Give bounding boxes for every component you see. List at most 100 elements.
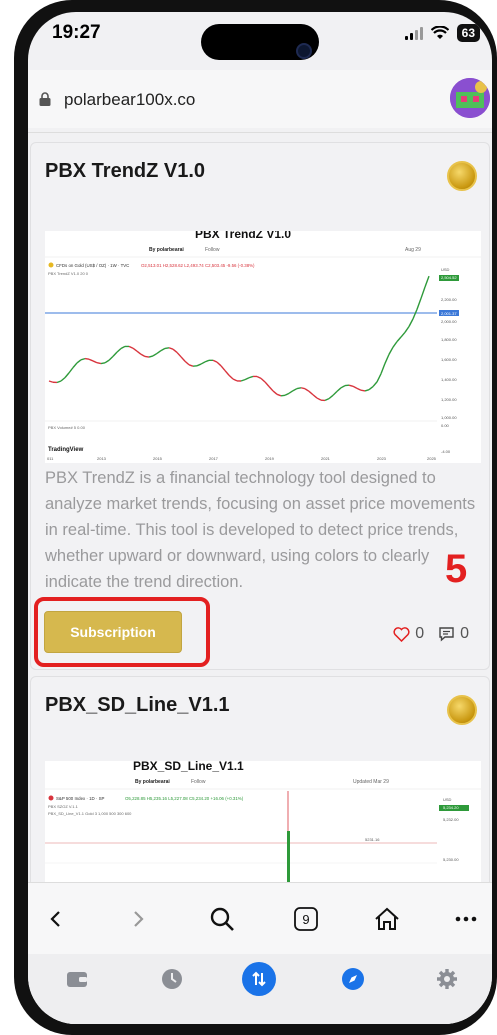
price-segment (216, 361, 222, 367)
price-segment (88, 358, 94, 362)
price-segment (116, 347, 122, 353)
price-segment (368, 386, 374, 391)
tab-swap[interactable] (242, 962, 276, 996)
year-tick-label: 2025 (427, 456, 437, 461)
price-segment (92, 360, 98, 364)
price-segment (164, 347, 170, 350)
price-segment (292, 387, 298, 392)
price-segment (76, 359, 82, 364)
address-bar[interactable]: polarbear100x.co (28, 70, 492, 128)
chart-symbol: CFDs on Gold (US$ / OZ) · 1W · TVC (56, 263, 129, 268)
price-segment (408, 318, 414, 327)
tabs-button[interactable]: 9 (290, 903, 322, 935)
year-axis: 011 2013 2015 2017 2019 2021 2023 2025 (47, 456, 437, 461)
year-tick-label: 2017 (209, 456, 219, 461)
price-segment (384, 354, 390, 364)
price-segment (364, 389, 370, 392)
price-segment (204, 359, 210, 363)
tab-settings[interactable] (432, 964, 462, 994)
divider (28, 132, 492, 133)
chart-image-trendz[interactable]: PBX TrendZ V1.0 By polarbearai Follow Au… (45, 227, 481, 463)
price-segment (172, 348, 178, 353)
url-text[interactable]: polarbear100x.co (64, 90, 195, 110)
price-segment (424, 275, 430, 288)
price-axis: USD 2,504.52 2,200.00 2,001.37 2,000.00 1,800… (441, 267, 457, 454)
price-tick-label: 5,232.00 (443, 817, 459, 822)
gear-icon (437, 969, 457, 989)
wifi-icon (430, 26, 449, 39)
price-tick-label: 0.00 (441, 423, 450, 428)
price-segment (304, 388, 310, 392)
price-segment (316, 397, 322, 401)
price-tick-label: 1,400.00 (441, 377, 457, 382)
home-icon (375, 907, 399, 930)
heart-icon (393, 626, 410, 642)
year-tick-label: 011 (47, 456, 54, 461)
tab-history[interactable] (157, 964, 187, 994)
comment-icon (439, 627, 454, 642)
card-stats: 0 0 (393, 625, 469, 643)
price-segment (224, 370, 230, 376)
comment-button[interactable]: 0 (438, 625, 469, 643)
card-title[interactable]: PBX TrendZ V1.0 (45, 160, 205, 183)
price-segment (176, 351, 182, 358)
price-segment (300, 387, 306, 390)
price-segment (128, 345, 134, 349)
price-segment (240, 378, 246, 382)
price-tick-label: 5,234.20 (443, 805, 459, 810)
price-segment (396, 336, 402, 343)
more-button[interactable] (450, 903, 482, 935)
back-button[interactable] (40, 903, 72, 935)
price-segment (132, 347, 138, 352)
wallet-icon (67, 972, 87, 987)
search-button[interactable] (206, 903, 238, 935)
gold-coin-icon (447, 161, 477, 191)
price-segment (168, 347, 174, 350)
price-segment (348, 384, 354, 387)
price-tick-label: USD (441, 267, 450, 272)
price-segment (380, 363, 386, 375)
price-segment (196, 363, 202, 367)
chart-ohlc: O2,513.01 H2,528.62 L2,493.74 C2,503.45 … (141, 263, 255, 268)
like-button[interactable]: 0 (393, 625, 424, 643)
price-segment (100, 362, 106, 365)
price-segment (108, 355, 114, 361)
price-segment (284, 392, 290, 396)
chart-symbol: S&P 500 Index · 1D · SP (56, 796, 105, 801)
annotation-number: 5 (445, 547, 468, 591)
tabs-icon: 9 (294, 907, 318, 931)
price-segment (188, 364, 194, 367)
chart-indicator-2: PBX_SD_Line_V1.1 Gold 3 1,000 500 300 60… (48, 811, 132, 816)
tab-explore[interactable] (338, 964, 368, 994)
year-tick-label: 2021 (321, 456, 331, 461)
price-tick-label: 1,800.00 (441, 337, 457, 342)
price-tick-label: 1,000.00 (441, 415, 457, 420)
price-segment (212, 359, 218, 363)
status-time: 19:27 (52, 22, 101, 43)
price-segment (60, 377, 66, 382)
price-segment (336, 387, 342, 392)
subscription-button[interactable]: Subscription (44, 611, 182, 653)
tab-wallet[interactable] (62, 964, 92, 994)
price-segment (400, 331, 406, 338)
avatar[interactable] (450, 78, 490, 118)
chart-indicator: PBX SZOZ V.1.1 (48, 804, 79, 809)
forward-button[interactable] (122, 903, 154, 935)
price-segment (268, 386, 274, 392)
home-button[interactable] (371, 903, 403, 935)
chart-indicator: PBX TrendZ V1.0 20 0 (48, 271, 89, 276)
tradingview-brand: TradingView (48, 447, 84, 453)
more-icon (455, 916, 477, 922)
price-segment (84, 357, 90, 360)
cellular-signal-icon (404, 26, 423, 40)
price-segment (220, 365, 226, 371)
card-title[interactable]: PBX_SD_Line_V1.1 (45, 694, 230, 717)
price-segment (72, 362, 78, 369)
lock-icon (39, 92, 51, 106)
year-tick-label: 2019 (265, 456, 275, 461)
price-segment (372, 381, 378, 388)
price-segment (180, 356, 186, 362)
search-icon (210, 907, 234, 931)
price-tick-label: 2,200.00 (441, 297, 457, 302)
price-segment (332, 390, 338, 396)
